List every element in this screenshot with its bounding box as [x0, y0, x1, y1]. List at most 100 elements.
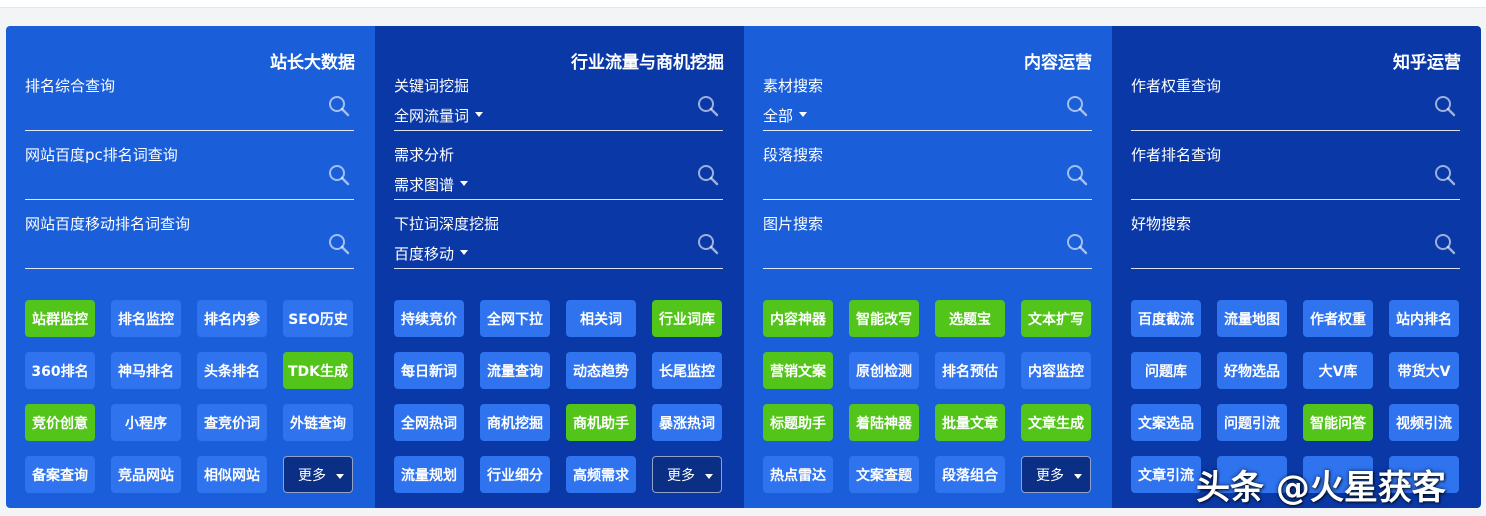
tool-button[interactable]: 站群监控	[25, 300, 95, 337]
tool-button[interactable]: 商机助手	[566, 404, 636, 441]
tool-button[interactable]: 全网下拉	[480, 300, 550, 337]
search-field[interactable]: 关键词挖掘 全网流量词	[394, 75, 723, 131]
tool-button[interactable]: 好物选品	[1217, 352, 1287, 389]
tool-button[interactable]: 每日新词	[394, 352, 464, 389]
tool-button-label: 内容神器	[770, 311, 826, 328]
tool-button[interactable]: 大V库	[1303, 352, 1373, 389]
search-field[interactable]: 网站百度移动排名词查询	[25, 213, 354, 269]
tool-button[interactable]: 竞价创意	[25, 404, 95, 441]
tool-button[interactable]: 查竞价词	[197, 404, 267, 441]
search-icon[interactable]	[1066, 164, 1088, 186]
more-button[interactable]: 更多	[1021, 456, 1091, 493]
tool-button[interactable]: 行业细分	[480, 456, 550, 493]
search-icon[interactable]	[697, 233, 719, 255]
search-field-label: 段落搜索	[763, 146, 824, 164]
tool-button[interactable]: 排名监控	[111, 300, 181, 337]
tool-button-label: 文本扩写	[1028, 311, 1084, 328]
tool-button[interactable]: 外链查询	[283, 404, 353, 441]
search-field[interactable]: 下拉词深度挖掘 百度移动	[394, 213, 723, 269]
tool-button[interactable]: 视频引流	[1389, 404, 1459, 441]
search-icon[interactable]	[1434, 95, 1456, 117]
tool-button[interactable]: 文章引流	[1131, 456, 1201, 493]
tool-button[interactable]: 智能问答	[1303, 404, 1373, 441]
search-icon[interactable]	[697, 164, 719, 186]
tool-button[interactable]: 选题宝	[935, 300, 1005, 337]
tool-button[interactable]: 备案查询	[25, 456, 95, 493]
tool-button-label: 标题助手	[770, 415, 826, 432]
tool-button[interactable]: 高频需求	[566, 456, 636, 493]
tool-button-label: 查竞价词	[204, 415, 260, 432]
tool-button-label: 长尾监控	[659, 363, 715, 380]
tool-button[interactable]: 内容监控	[1021, 352, 1091, 389]
tool-button[interactable]: 头条排名	[197, 352, 267, 389]
tool-button[interactable]: 原创检测	[849, 352, 919, 389]
tool-button[interactable]: 动态趋势	[566, 352, 636, 389]
tool-button[interactable]: 排名内参	[197, 300, 267, 337]
tool-button-label: 暴涨热词	[659, 415, 715, 432]
tool-button[interactable]: 暴涨热词	[652, 404, 722, 441]
tool-button[interactable]: 热点雷达	[763, 456, 833, 493]
search-icon[interactable]	[1066, 95, 1088, 117]
tool-button[interactable]: 行业词库	[652, 300, 722, 337]
tool-button[interactable]: 流量地图	[1217, 300, 1287, 337]
search-field[interactable]: 作者排名查询	[1131, 144, 1460, 200]
search-field[interactable]: 素材搜索 全部	[763, 75, 1092, 131]
tool-button[interactable]: 百度截流	[1131, 300, 1201, 337]
search-field[interactable]: 作者权重查询	[1131, 75, 1460, 131]
search-field[interactable]: 需求分析 需求图谱	[394, 144, 723, 200]
tool-button[interactable]: 360排名	[25, 352, 95, 389]
tool-button[interactable]: 长尾监控	[652, 352, 722, 389]
tool-button[interactable]: 相似网站	[197, 456, 267, 493]
tool-button-label: 相关词	[580, 311, 622, 328]
tool-button[interactable]: 问题库	[1131, 352, 1201, 389]
tool-button[interactable]: 文案选品	[1131, 404, 1201, 441]
search-icon[interactable]	[1434, 164, 1456, 186]
search-type-dropdown[interactable]: 全网流量词	[394, 105, 484, 126]
caret-down-icon	[799, 112, 808, 117]
more-button[interactable]: 更多	[283, 456, 353, 493]
search-icon[interactable]	[328, 233, 350, 255]
caret-down-icon	[460, 250, 469, 255]
tool-button[interactable]: SEO历史	[283, 300, 353, 337]
search-field[interactable]: 图片搜索	[763, 213, 1092, 269]
search-field[interactable]: 排名综合查询	[25, 75, 354, 131]
tool-button[interactable]: 持续竞价	[394, 300, 464, 337]
search-icon[interactable]	[1066, 233, 1088, 255]
tool-button[interactable]: 流量规划	[394, 456, 464, 493]
tool-button-label: 360排名	[31, 363, 89, 380]
search-field[interactable]: 好物搜索	[1131, 213, 1460, 269]
tool-button[interactable]: 相关词	[566, 300, 636, 337]
tool-button[interactable]: 小程序	[111, 404, 181, 441]
tool-button[interactable]: 商机挖掘	[480, 404, 550, 441]
tool-button[interactable]: 流量查询	[480, 352, 550, 389]
search-type-dropdown[interactable]: 需求图谱	[394, 174, 469, 195]
tool-button[interactable]: 文本扩写	[1021, 300, 1091, 337]
tool-button[interactable]: 标题助手	[763, 404, 833, 441]
tool-button[interactable]: 带货大V	[1389, 352, 1459, 389]
tool-button[interactable]: 文章生成	[1021, 404, 1091, 441]
tool-button[interactable]: 着陆神器	[849, 404, 919, 441]
tool-button[interactable]: 段落组合	[935, 456, 1005, 493]
tool-button[interactable]: 排名预估	[935, 352, 1005, 389]
search-field[interactable]: 段落搜索	[763, 144, 1092, 200]
tool-button[interactable]: 作者权重	[1303, 300, 1373, 337]
tool-button[interactable]: 智能改写	[849, 300, 919, 337]
search-icon[interactable]	[328, 164, 350, 186]
tool-button[interactable]: 全网热词	[394, 404, 464, 441]
tool-button[interactable]: TDK生成	[283, 352, 353, 389]
more-button[interactable]: 更多	[652, 456, 722, 493]
search-field[interactable]: 网站百度pc排名词查询	[25, 144, 354, 200]
tool-button[interactable]: 文案查题	[849, 456, 919, 493]
search-icon[interactable]	[697, 95, 719, 117]
tool-button[interactable]: 营销文案	[763, 352, 833, 389]
tool-button[interactable]: 问题引流	[1217, 404, 1287, 441]
search-icon[interactable]	[328, 95, 350, 117]
tool-button[interactable]: 竞品网站	[111, 456, 181, 493]
tool-button[interactable]: 站内排名	[1389, 300, 1459, 337]
search-icon[interactable]	[1434, 233, 1456, 255]
tool-button[interactable]: 批量文章	[935, 404, 1005, 441]
tool-button[interactable]: 神马排名	[111, 352, 181, 389]
tool-button[interactable]: 内容神器	[763, 300, 833, 337]
search-type-dropdown[interactable]: 百度移动	[394, 243, 469, 264]
search-type-dropdown[interactable]: 全部	[763, 105, 808, 126]
